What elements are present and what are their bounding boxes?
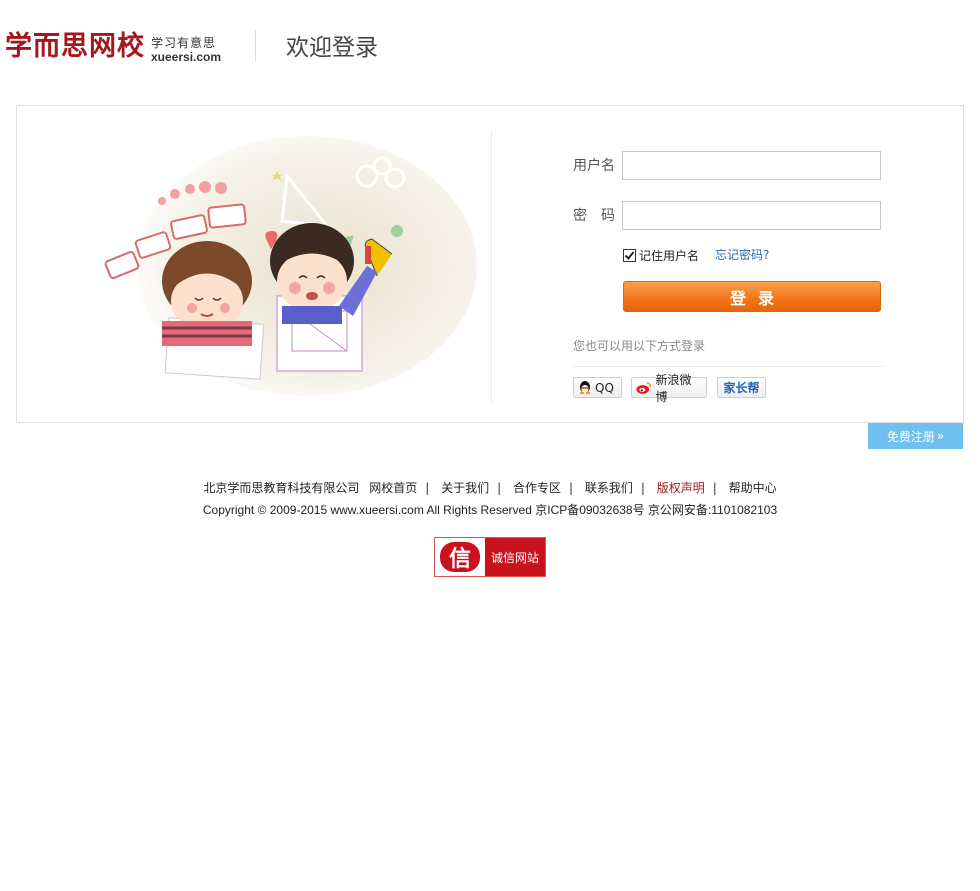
trust-seal-icon: 信 bbox=[435, 538, 485, 576]
register-label: 免费注册 bbox=[886, 429, 935, 444]
footer-company: 北京学而思教育科技有限公司 bbox=[203, 481, 360, 495]
username-label: 用户名 bbox=[573, 158, 615, 174]
footer-separator: | bbox=[568, 481, 574, 495]
kids-drawing-illustration bbox=[104, 136, 477, 396]
logo-domain: xueersi.com bbox=[151, 50, 222, 64]
footer-separator: | bbox=[497, 481, 502, 495]
free-register-button[interactable]: 免费注册 » bbox=[868, 423, 963, 449]
qq-penguin-icon bbox=[580, 381, 590, 394]
footer-links: 北京学而思教育科技有限公司 网校首页 | 关于我们 | 合作专区 | 联系我们 | 版权… bbox=[0, 480, 980, 497]
badge-char: 信 bbox=[440, 542, 480, 572]
trusted-site-badge[interactable]: 信 诚信网站 bbox=[434, 537, 546, 577]
login-button[interactable]: 登录 bbox=[623, 281, 881, 312]
logo-slogan: 学习有意思 bbox=[151, 36, 217, 50]
page-title: 欢迎登录 bbox=[286, 35, 378, 61]
remember-username[interactable]: 记住用户名 bbox=[623, 247, 699, 264]
username-input[interactable] bbox=[622, 151, 881, 180]
password-input[interactable] bbox=[622, 201, 881, 230]
logo-chinese-name: 学而思网校 bbox=[5, 31, 145, 62]
weibo-login-button[interactable]: 新浪微博 bbox=[631, 373, 707, 404]
footer-link-cooperation[interactable]: 合作专区 bbox=[513, 480, 561, 497]
copyright-text: Copyright © 2009-2015 www.xueersi.com Al… bbox=[202, 503, 778, 517]
alt-login-divider bbox=[573, 366, 884, 367]
jiazhangbang-login-button[interactable]: 家长帮 bbox=[717, 377, 766, 398]
login-panel: 用户名 密 码 记住用户名 忘记密码? 登录 您也可以用以下方式登录 QQ 新浪… bbox=[16, 105, 964, 423]
footer-link-home[interactable]: 网校首页 bbox=[369, 480, 417, 497]
forgot-password-link[interactable]: 忘记密码? bbox=[715, 247, 769, 264]
footer-separator: | bbox=[640, 481, 645, 495]
header-divider bbox=[255, 30, 256, 62]
badge-text: 诚信网站 bbox=[485, 538, 545, 576]
weibo-login-label: 新浪微博 bbox=[655, 372, 692, 404]
weibo-icon bbox=[636, 381, 652, 394]
remember-checkbox[interactable] bbox=[623, 249, 636, 262]
footer-separator: | bbox=[712, 481, 717, 495]
footer-link-contact[interactable]: 联系我们 bbox=[585, 480, 633, 497]
jiazhangbang-login-label: 家长帮 bbox=[723, 381, 760, 395]
footer-link-copyright-notice[interactable]: 版权声明 bbox=[657, 480, 705, 497]
footer-separator: | bbox=[425, 481, 430, 495]
qq-login-label: QQ bbox=[595, 380, 614, 395]
password-label: 密 码 bbox=[573, 208, 615, 224]
footer-link-about[interactable]: 关于我们 bbox=[441, 480, 489, 497]
logo-side-text: 学习有意思 xueersi.com bbox=[151, 37, 221, 63]
alt-login-text: 您也可以用以下方式登录 bbox=[573, 339, 706, 353]
qq-login-button[interactable]: QQ bbox=[573, 377, 622, 398]
footer-link-help[interactable]: 帮助中心 bbox=[729, 480, 777, 497]
site-logo[interactable]: 学而思网校 学习有意思 xueersi.com bbox=[5, 30, 221, 64]
double-chevron-right-icon: » bbox=[936, 429, 945, 443]
checkmark-icon bbox=[624, 251, 635, 260]
panel-divider bbox=[491, 130, 492, 402]
remember-label: 记住用户名 bbox=[639, 249, 700, 263]
